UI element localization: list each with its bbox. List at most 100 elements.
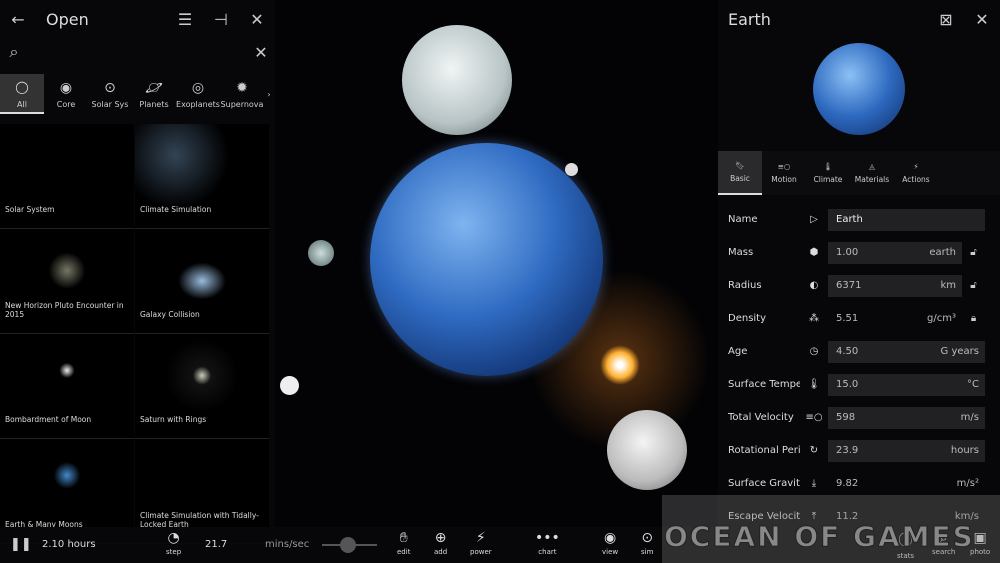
scenario-tile[interactable]: Bombardment of Moon [0, 334, 134, 439]
step-unit: mins/sec [265, 539, 310, 550]
tab-motion[interactable]: ≡○ Motion [762, 151, 806, 195]
earth-planet[interactable] [370, 143, 603, 376]
scenario-tile[interactable]: Solar System [0, 124, 134, 229]
property-row: Surface Temperatu...🌡︎15.0°C [718, 368, 1000, 401]
hand-icon: ✋︎ [399, 530, 408, 546]
open-panel: ← Open ☰ ⊣ ✕ ⌕ ✕ ○ All ◉ Core ⊙ Solar Sys 🪐… [0, 0, 275, 544]
density-icon: ⁂ [809, 313, 819, 324]
scenario-tile[interactable]: Climate Simulation [135, 124, 269, 229]
category-supernova[interactable]: ✹ Supernova [220, 74, 264, 114]
tab-climate[interactable]: 🌡︎ Climate [806, 151, 850, 195]
escape-velocity-field: 11.2 km/s [836, 511, 979, 522]
step-value: 21.7 [205, 539, 228, 550]
info-icon: ⓘ [898, 533, 913, 549]
list-view-icon[interactable]: ☰ [167, 10, 203, 29]
back-arrow-icon[interactable]: ← [0, 10, 36, 29]
edit-button[interactable]: ✋︎ edit [397, 530, 410, 556]
category-core[interactable]: ◉ Core [44, 74, 88, 114]
tab-materials[interactable]: ◬ Materials [850, 151, 894, 195]
pin-icon[interactable]: ⊣ [203, 10, 239, 29]
gravity-field: 9.82 m/s² [836, 478, 979, 489]
body-title: Earth [728, 9, 771, 29]
property-row: Mass ⬢ 1.00 earth 🔓︎ [718, 236, 1000, 269]
tab-actions[interactable]: ⚡︎ Actions [894, 151, 938, 195]
name-field[interactable]: Earth [828, 208, 985, 231]
property-row: Radius ◐ 6371 km 🔓︎ [718, 269, 1000, 302]
view-button[interactable]: ◉ view [602, 530, 618, 556]
mass-field[interactable]: 1.00 earth [828, 241, 962, 264]
sim-time: 2.10 hours [42, 539, 96, 550]
scenario-tile[interactable]: Galaxy Collision [135, 229, 269, 334]
property-row: Age ◷ 4.50 G years [718, 335, 1000, 368]
category-solar-sys[interactable]: ⊙ Solar Sys [88, 74, 132, 114]
search-icon: ⌕ [939, 530, 948, 546]
step-button[interactable]: ◔ step [166, 530, 181, 556]
pause-icon[interactable]: ❚❚ [10, 537, 32, 552]
escape-icon: ⤒ [811, 511, 817, 522]
close-icon[interactable]: ✕ [964, 10, 1000, 29]
search-bar[interactable]: ⌕ ✕ [0, 38, 275, 66]
tab-basic[interactable]: 🔖︎ Basic [718, 151, 762, 195]
category-exoplanets[interactable]: ◎ Exoplanets [176, 74, 220, 114]
search-button[interactable]: ⌕ search [932, 530, 955, 556]
gravity-icon: ⤓ [811, 478, 817, 489]
moon-planet[interactable] [402, 25, 512, 135]
unlock-icon[interactable]: 🔓︎ [962, 280, 985, 291]
plus-circle-icon: ⊕ [434, 530, 447, 546]
clear-search-icon[interactable]: ✕ [247, 43, 275, 62]
age-field[interactable]: 4.50 G years [828, 340, 985, 363]
camera-icon: ▣ [973, 530, 987, 546]
radius-field[interactable]: 6371 km [828, 274, 962, 297]
add-button[interactable]: ⊕ add [434, 530, 447, 556]
step-icon: ◔ [167, 530, 180, 546]
property-row: Rotational Period↻23.9hours [718, 434, 1000, 467]
category-tabs: ○ All ◉ Core ⊙ Solar Sys 🪐︎ Planets ◎ Exoplan… [0, 74, 275, 114]
density-field[interactable]: 5.51 g/cm³ [828, 308, 962, 330]
property-row: Name ▷ Earth [718, 203, 1000, 236]
property-list: Name ▷ Earth Mass ⬢ 1.00 earth 🔓︎ Radius ◐ 6371 k… [718, 195, 1000, 533]
rotate-icon: ↻ [809, 445, 819, 456]
power-button[interactable]: ⚡︎ power [470, 530, 492, 556]
search-input[interactable] [28, 44, 247, 60]
scenario-grid: Solar System Climate Simulation New Hori… [0, 124, 275, 544]
radius-icon: ◐ [809, 280, 819, 291]
search-icon: ⌕ [9, 42, 19, 61]
property-tabs: 🔖︎ Basic ≡○ Motion 🌡︎ Climate ◬ Materials ⚡︎… [718, 151, 1000, 195]
category-all[interactable]: ○ All [0, 74, 44, 114]
cube-icon: ⬢ [809, 247, 819, 258]
category-planets[interactable]: 🪐︎ Planets [132, 74, 176, 114]
moon-planet[interactable] [280, 376, 299, 395]
sim-button[interactable]: ⊙ sim [641, 530, 653, 556]
scenario-tile[interactable]: New Horizon Pluto Encounter in 2015 [0, 229, 134, 334]
tag-icon: ▷ [810, 214, 818, 225]
chevron-right-icon[interactable]: › [264, 74, 274, 114]
photo-button[interactable]: ▣ photo [970, 530, 990, 556]
sun-star[interactable] [600, 345, 640, 385]
eye-icon: ◉ [603, 530, 617, 546]
property-row: Density ⁂ 5.51 g/cm³ 🔒︎ [718, 302, 1000, 335]
slider-handle [340, 537, 356, 553]
panel-title: Open [46, 9, 89, 29]
thermometer-icon: 🌡︎ [807, 379, 821, 390]
property-row: Total Velocity ≡○ 598 m/s [718, 401, 1000, 434]
speed-slider[interactable] [322, 537, 377, 553]
lock-icon[interactable]: 🔒︎ [962, 313, 985, 324]
camera-off-icon[interactable]: ⊠ [928, 10, 964, 29]
close-icon[interactable]: ✕ [239, 10, 275, 29]
chart-button[interactable]: ••• chart [535, 530, 560, 556]
stats-button[interactable]: ⓘ stats [897, 530, 914, 560]
velocity-field[interactable]: 598 m/s [828, 406, 985, 429]
moon-planet[interactable] [308, 240, 334, 266]
moon-planet[interactable] [565, 163, 578, 176]
unlock-icon[interactable]: 🔓︎ [962, 247, 985, 258]
bottom-toolbar: ❚❚ 2.10 hours ◔ step 21.7 mins/sec ✋︎ edit… [0, 527, 1000, 563]
lightning-icon: ⚡︎ [475, 530, 486, 546]
scenario-tile[interactable]: Saturn with Rings [135, 334, 269, 439]
sim-icon: ⊙ [641, 530, 654, 546]
motion-icon: ≡○ [805, 412, 823, 423]
clock-icon: ◷ [809, 346, 819, 357]
chart-icon: ••• [535, 530, 560, 546]
temperature-field[interactable]: 15.0 °C [828, 373, 985, 396]
moon-planet[interactable] [607, 410, 687, 490]
rotation-field[interactable]: 23.9 hours [828, 439, 985, 462]
